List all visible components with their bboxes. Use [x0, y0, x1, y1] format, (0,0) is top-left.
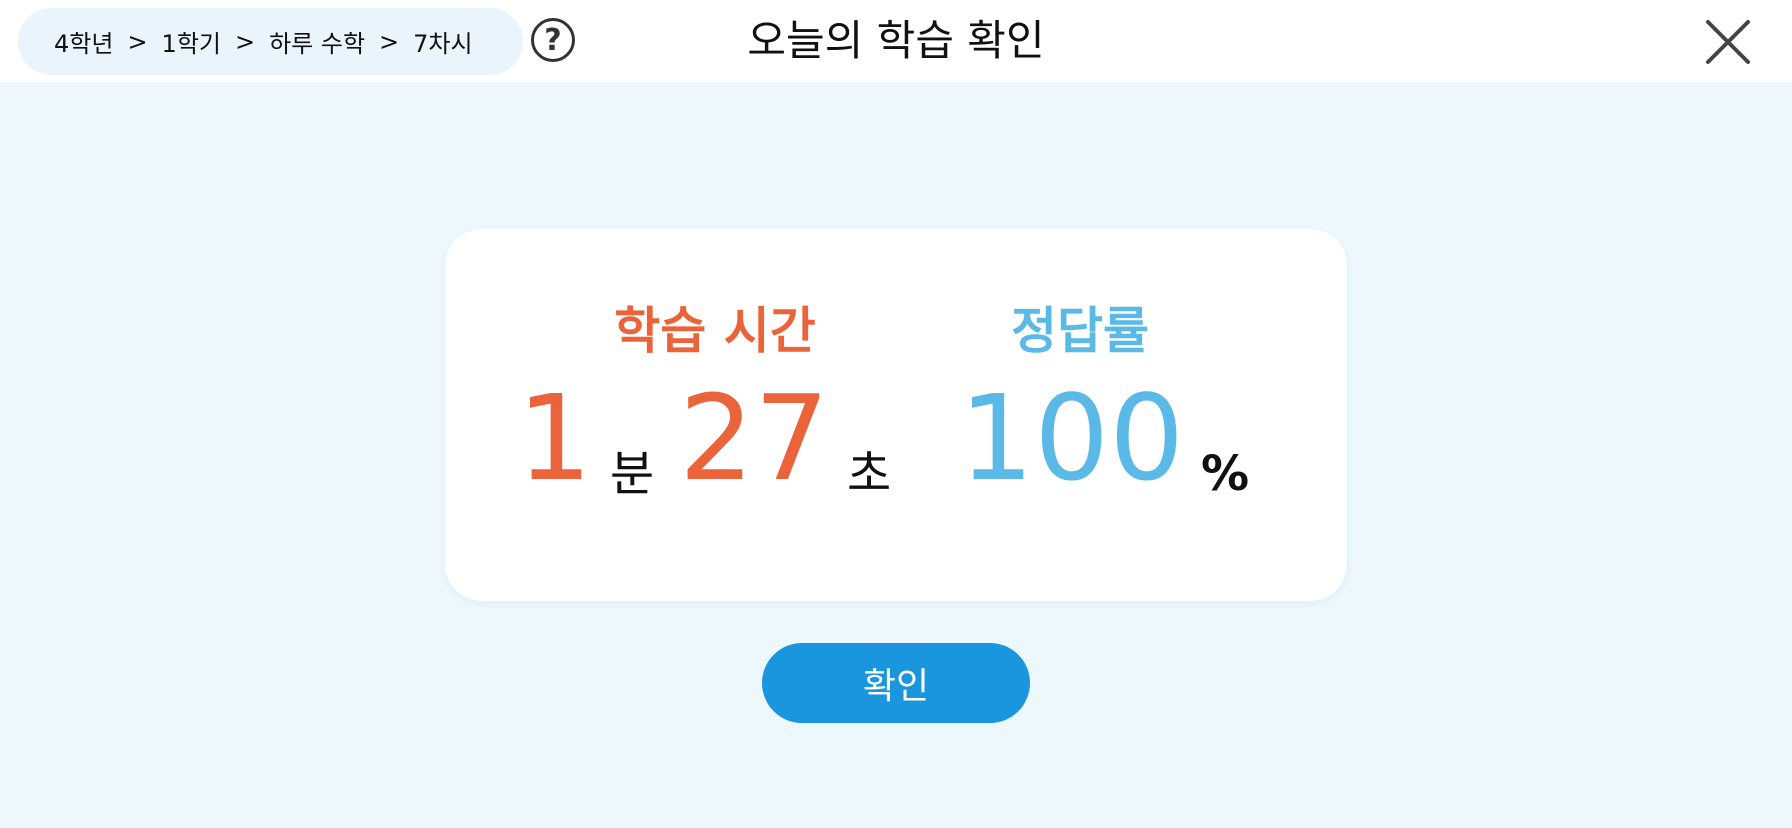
breadcrumb: 4학년 > 1학기 > 하루 수학 > 7차시 — [18, 8, 523, 75]
breadcrumb-separator: > — [234, 27, 256, 56]
breadcrumb-separator: > — [127, 27, 148, 56]
minutes-value: 1 — [517, 369, 593, 507]
close-x-icon[interactable] — [1704, 18, 1752, 66]
result-card: 학습 시간 정답률 1 분 27 초 100 % — [445, 229, 1347, 601]
breadcrumb-semester: 1학기 — [161, 30, 221, 58]
breadcrumb-course: 하루 수학 — [269, 30, 366, 58]
top-bar: 4학년 > 1학기 > 하루 수학 > 7차시 ? 오늘의 학습 확인 — [0, 0, 1792, 82]
breadcrumb-grade: 4학년 — [54, 30, 114, 58]
seconds-value: 27 — [679, 369, 830, 507]
study-time-label: 학습 시간 — [614, 302, 816, 360]
page-title: 오늘의 학습 확인 — [747, 16, 1045, 65]
accuracy-unit: % — [1201, 446, 1250, 502]
accuracy-label: 정답률 — [1011, 302, 1149, 360]
breadcrumb-lesson: 7차시 — [413, 30, 473, 58]
accuracy-value: 100 — [959, 369, 1185, 507]
question-circle-icon[interactable]: ? — [531, 18, 575, 62]
minutes-unit: 분 — [610, 446, 655, 502]
seconds-unit: 초 — [847, 446, 892, 502]
confirm-button[interactable]: 확인 — [762, 643, 1030, 723]
breadcrumb-separator: > — [379, 27, 400, 56]
